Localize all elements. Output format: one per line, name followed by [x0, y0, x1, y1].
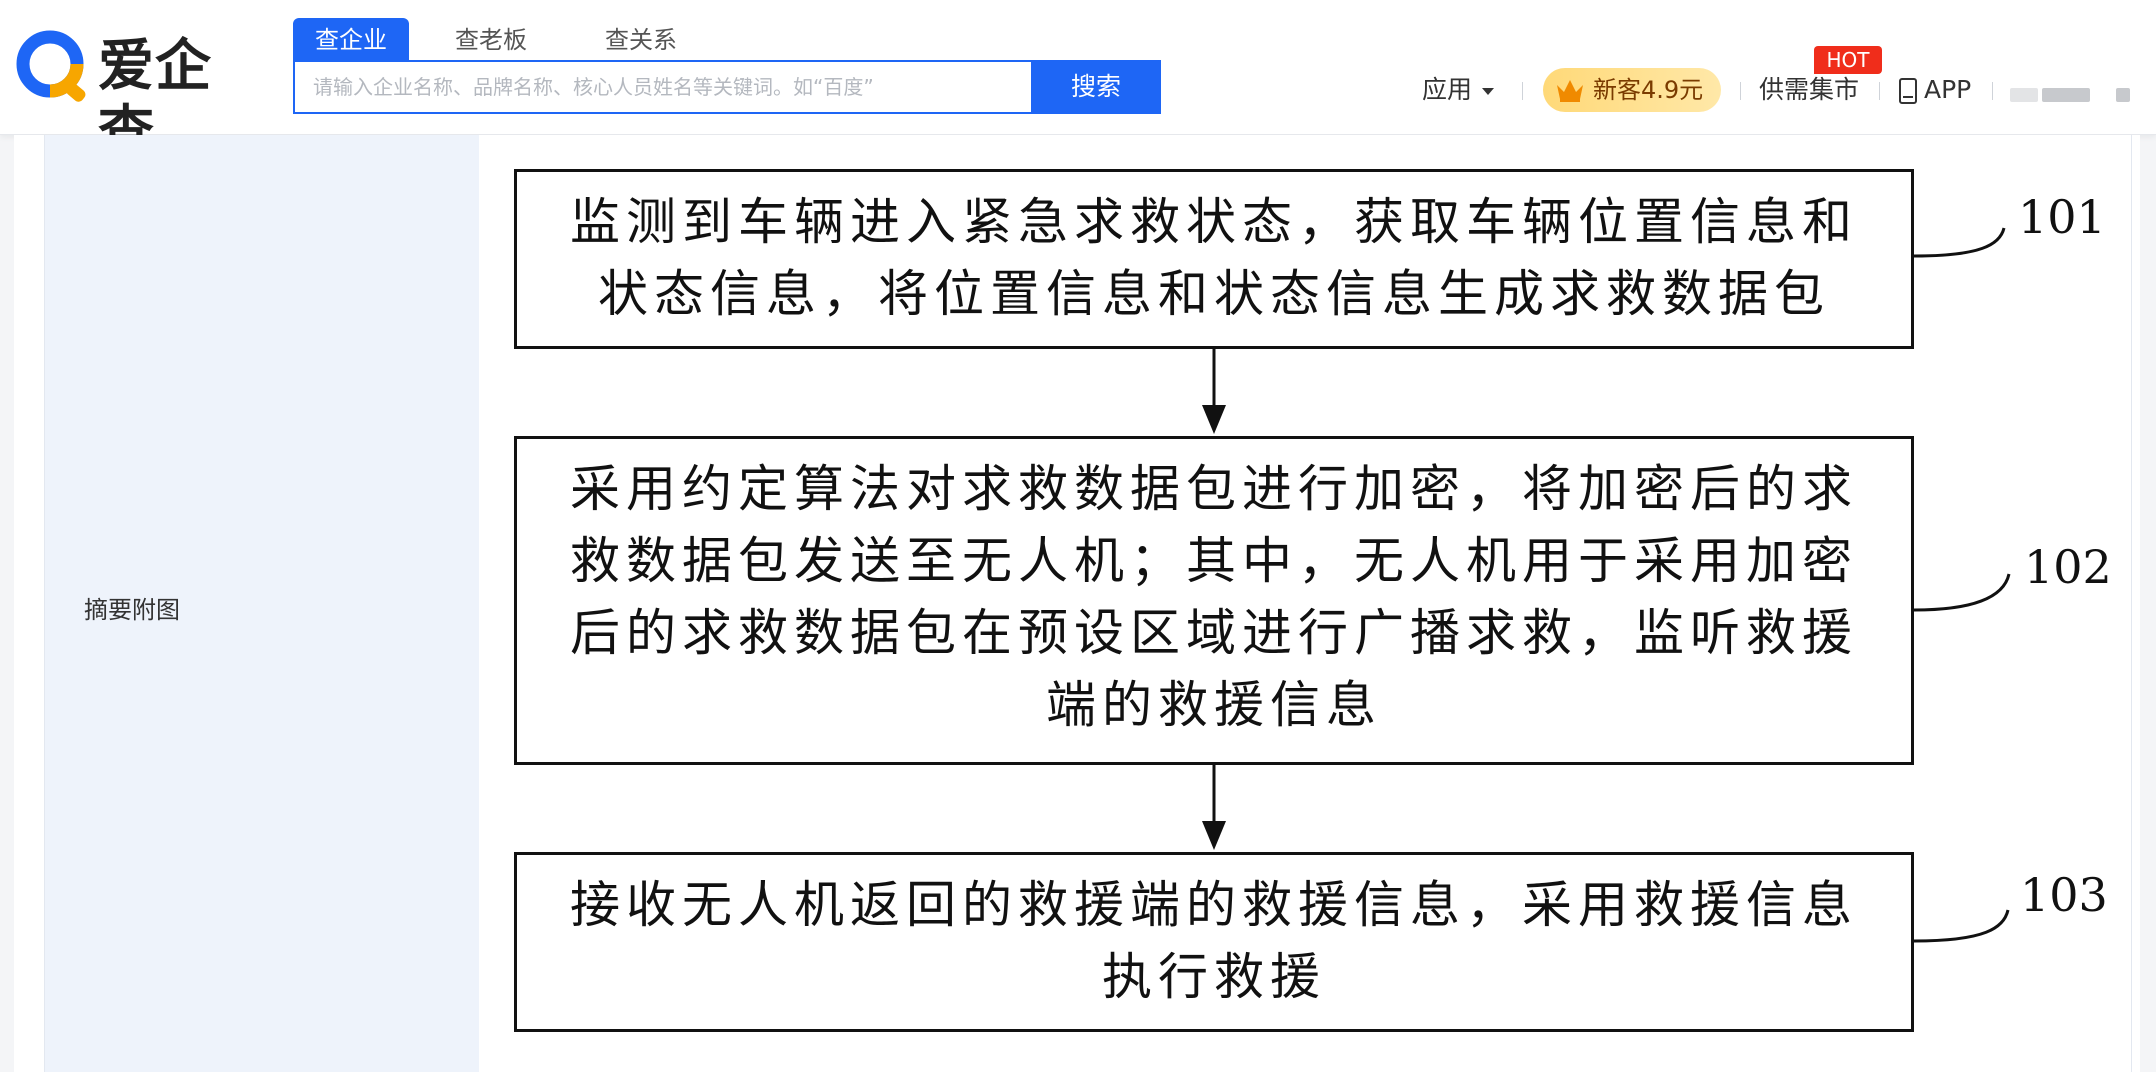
label-leader-103 — [1913, 909, 2010, 943]
arrow-head-icon — [1202, 405, 1226, 434]
step-number-101: 101 — [2018, 190, 2106, 244]
step-number-103: 103 — [2020, 868, 2108, 922]
label-leader-102 — [1913, 573, 2011, 612]
label-leader-101 — [1913, 227, 2006, 258]
step-number-102: 102 — [2024, 540, 2112, 594]
arrow-head-icon — [1202, 821, 1226, 850]
flowchart-connectors — [1202, 227, 2011, 943]
